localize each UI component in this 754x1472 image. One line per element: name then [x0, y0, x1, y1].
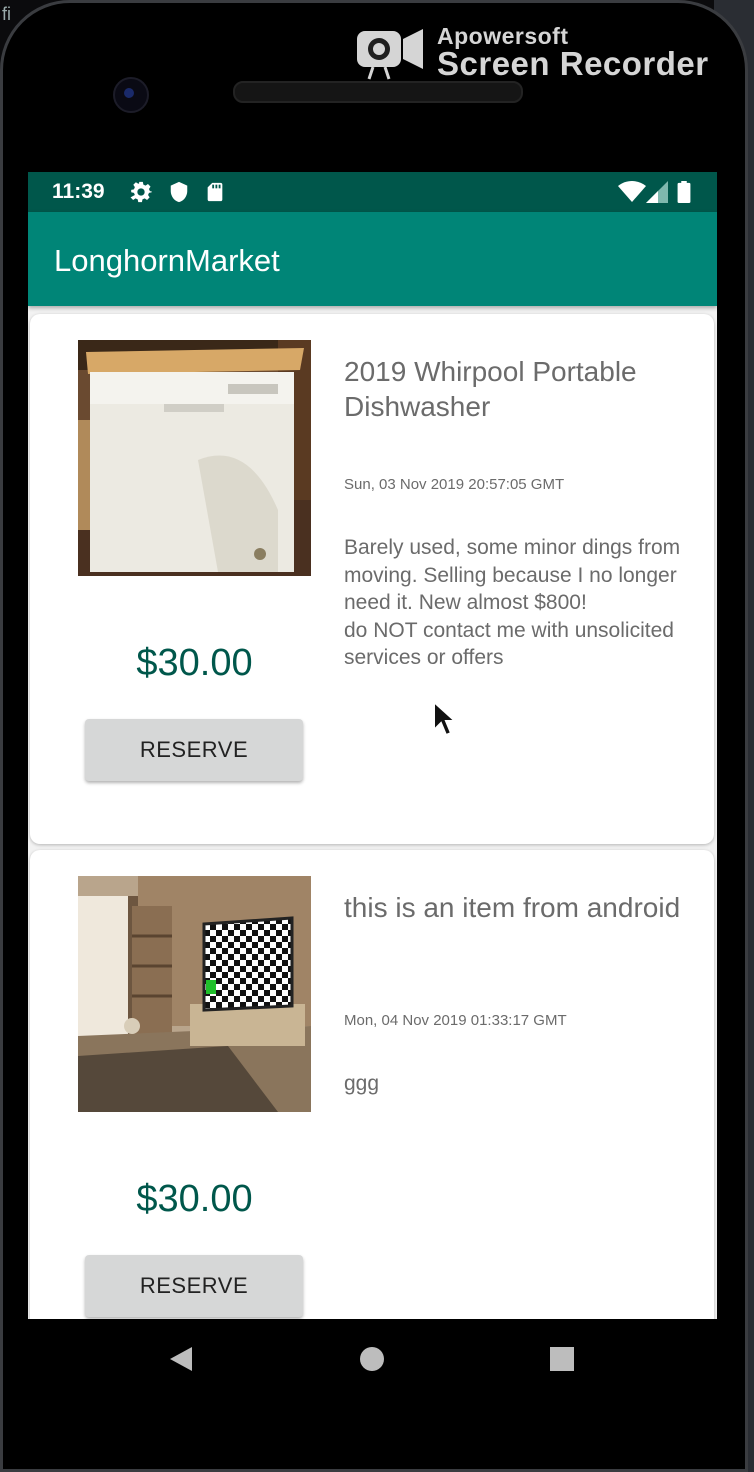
app-title: LonghornMarket	[54, 243, 280, 278]
gear-icon	[130, 181, 152, 203]
listing-description: Barely used, some minor dings from movin…	[344, 536, 681, 669]
sd-card-icon	[207, 182, 223, 202]
living-room-tv-photo	[78, 876, 311, 1112]
wifi-icon	[618, 181, 646, 202]
recents-icon[interactable]	[546, 1343, 578, 1375]
reserve-button[interactable]: RESERVE	[85, 1255, 303, 1317]
listing-date: Mon, 04 Nov 2019 01:33:17 GMT	[344, 1012, 567, 1029]
desktop-corner-text: fi	[2, 4, 11, 24]
watermark-product: Screen Recorder	[437, 45, 709, 82]
mouse-pointer-icon	[433, 700, 456, 737]
listing-card[interactable]: $30.00 RESERVE this is an item from andr…	[30, 850, 714, 1319]
dishwasher-photo	[78, 340, 311, 576]
reserve-button[interactable]: RESERVE	[85, 719, 303, 781]
listing-image-dishwasher[interactable]	[78, 340, 311, 576]
listing-price: $30.00	[136, 642, 253, 684]
status-bar: 11:39	[28, 172, 717, 212]
listing-image-room[interactable]	[78, 876, 311, 1112]
listing-description: ggg	[344, 1072, 380, 1095]
battery-icon	[677, 181, 691, 203]
back-icon[interactable]	[166, 1343, 198, 1375]
home-icon[interactable]	[356, 1343, 388, 1375]
signal-icon	[646, 181, 668, 203]
listing-title: this is an item from android	[344, 892, 681, 923]
screen-recorder-watermark: Apowersoft Screen Recorder	[355, 21, 735, 87]
listing-title: 2019 Whirpool Portable Dishwasher	[344, 356, 637, 422]
android-screen: 11:39 LonghornMarket $30.00 RESERVE 2019…	[28, 172, 717, 1319]
status-time: 11:39	[52, 180, 105, 203]
camera-recorder-icon	[357, 29, 423, 80]
listing-card[interactable]: $30.00 RESERVE 2019 Whirpool Portable Di…	[30, 314, 714, 844]
navigation-bar	[28, 1319, 717, 1399]
shield-icon	[170, 181, 188, 203]
listing-date: Sun, 03 Nov 2019 20:57:05 GMT	[344, 476, 565, 493]
front-camera	[113, 77, 149, 113]
listing-price: $30.00	[136, 1178, 253, 1220]
app-bar: LonghornMarket	[28, 212, 717, 306]
